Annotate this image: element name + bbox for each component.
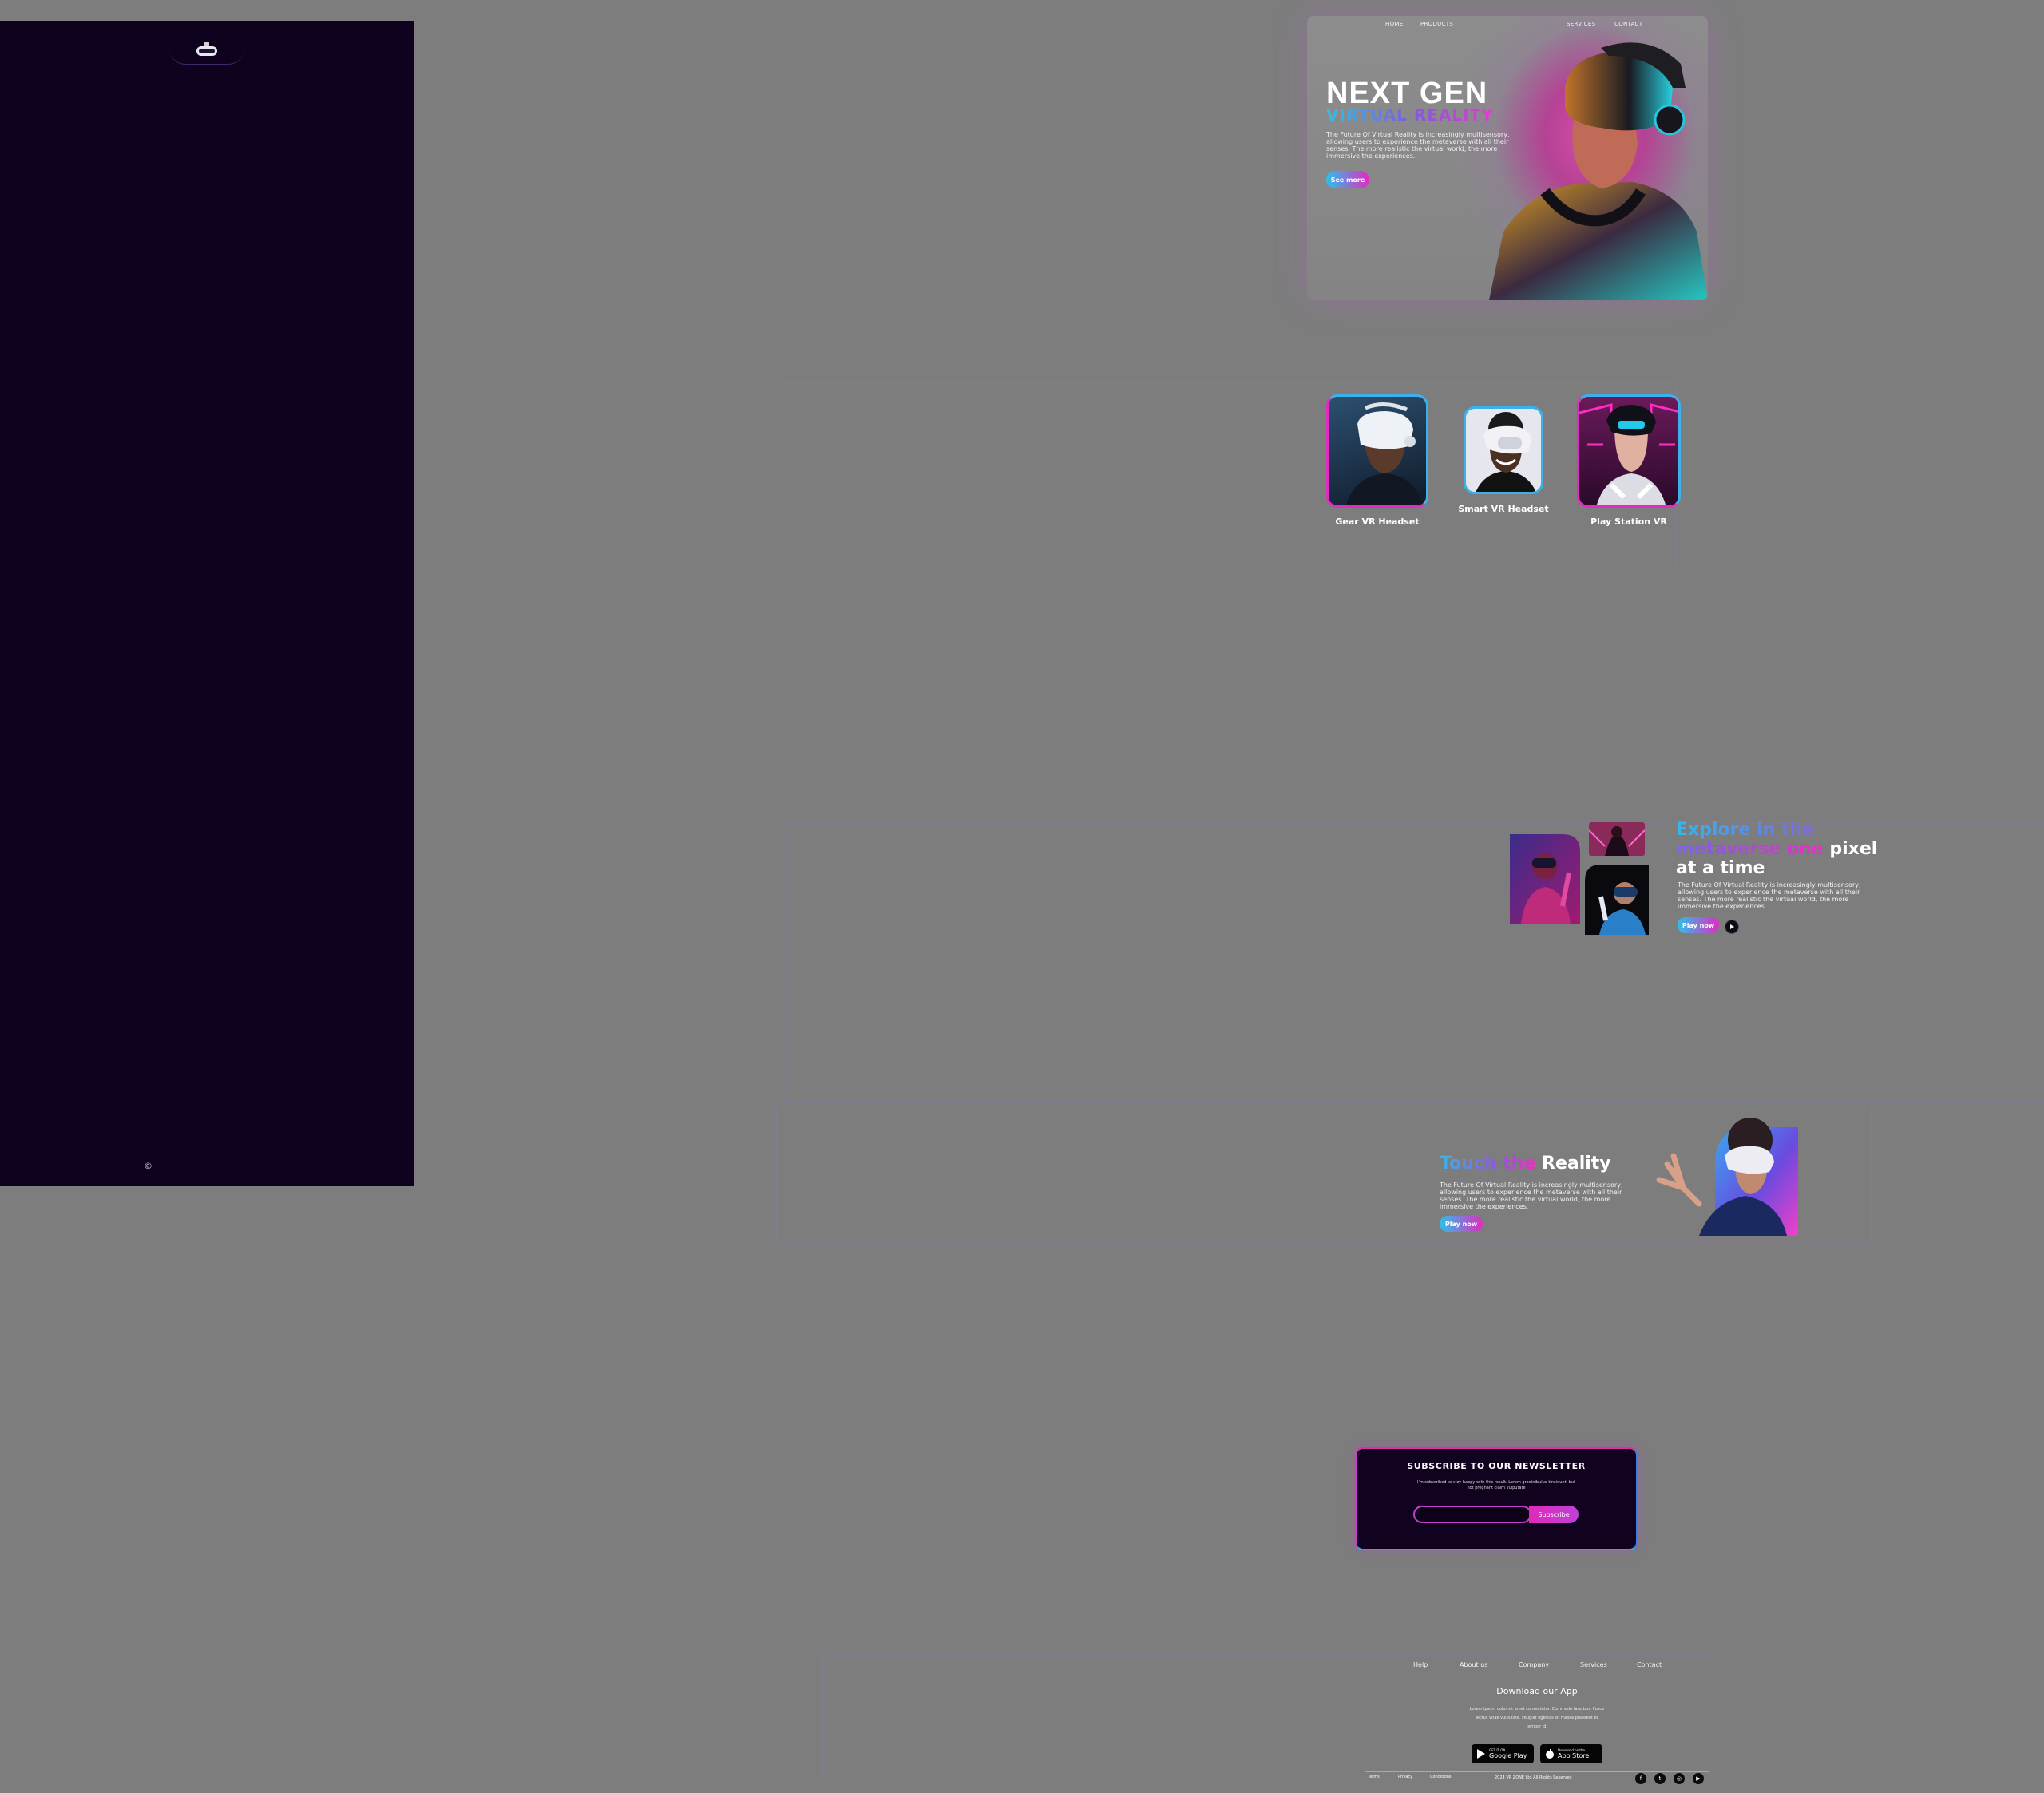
facebook-icon[interactable]: f (1635, 1773, 1646, 1784)
touch-heading-reality: Reality (1542, 1154, 1611, 1174)
footer-link-help[interactable]: Help (1413, 1661, 1428, 1668)
google-play-big: Google Play (1489, 1752, 1527, 1759)
footer-copyright: 2024 VR ZONE Ltd All Rights Reserved (1495, 1775, 1572, 1780)
newsletter-body: I'm subscribed to vrzy happy with this r… (1416, 1480, 1576, 1490)
download-app-title: Download our App (1496, 1686, 1578, 1696)
hero-title: NEXT GEN (1326, 77, 1488, 110)
hero-vr-person-image (1489, 42, 1708, 300)
footer-legal-conditions[interactable]: Conditions (1430, 1775, 1451, 1779)
explore-play-now-button[interactable]: Play now (1678, 917, 1719, 933)
explore-image-top (1589, 822, 1645, 856)
newsletter-title: SUBSCRIBE TO OUR NEWSLETTER (1407, 1461, 1586, 1471)
google-play-badge[interactable]: GET IT ON Google Play (1472, 1744, 1534, 1763)
hero-section: HOME PRODUCTS SERVICES CONTACT NEXT GEN … (1307, 16, 1708, 300)
newsletter-card: SUBSCRIBE TO OUR NEWSLETTER I'm subscrib… (1355, 1447, 1638, 1550)
nav-contact[interactable]: CONTACT (1614, 21, 1642, 27)
touch-heading-gradient: Touch the (1440, 1154, 1536, 1174)
instagram-icon[interactable]: ◎ (1674, 1773, 1685, 1784)
product-card-smart-vr[interactable] (1464, 406, 1543, 494)
explore-body: The Future Of Virtual Reality is increas… (1678, 881, 1861, 910)
product-card-gear-vr[interactable] (1326, 394, 1428, 508)
playstation-vr-image (1579, 403, 1678, 505)
explore-heading-time: at a time (1676, 858, 1765, 878)
touch-vr-person-image (1656, 1118, 1798, 1236)
vr-headset-icon (196, 42, 217, 56)
hero-subtitle: VIRTUAL REALITY (1326, 105, 1494, 125)
footer-link-company[interactable]: Company (1519, 1661, 1549, 1668)
touch-heading: Touch the Reality (1440, 1154, 1611, 1174)
product-label-smart-vr: Smart VR Headset (1458, 504, 1549, 514)
footer-link-contact[interactable]: Contact (1637, 1661, 1662, 1668)
footer-link-about[interactable]: About us (1460, 1661, 1487, 1668)
twitter-icon[interactable]: t (1654, 1773, 1666, 1784)
app-store-badge[interactable]: Download on the App Store (1540, 1744, 1602, 1763)
side-copyright: © (144, 1161, 153, 1171)
footer-legal-terms[interactable]: Terms (1368, 1775, 1380, 1779)
footer-divider (1365, 1771, 1709, 1772)
product-card-playstation-vr[interactable] (1577, 394, 1681, 508)
nav-products[interactable]: PRODUCTS (1420, 21, 1453, 27)
newsletter-email-input[interactable] (1413, 1506, 1531, 1523)
explore-heading-gradient: Explore in the metaverse one (1676, 820, 1824, 859)
app-store-big: App Store (1558, 1752, 1590, 1759)
youtube-icon[interactable]: ▶ (1693, 1773, 1704, 1784)
footer-link-services[interactable]: Services (1580, 1661, 1607, 1668)
footer-legal-privacy[interactable]: Privacy (1398, 1775, 1412, 1779)
touch-play-now-button[interactable]: Play now (1440, 1216, 1483, 1232)
explore-image-bottom (1585, 865, 1649, 935)
play-icon[interactable] (1725, 920, 1739, 934)
smart-vr-image (1476, 412, 1536, 492)
product-label-gear-vr: Gear VR Headset (1335, 517, 1420, 527)
explore-heading-pixel: pixel (1829, 839, 1878, 859)
side-logo[interactable] (169, 38, 244, 65)
download-app-body: Lorem ipsum dolor sit amet consectetur. … (1469, 1707, 1605, 1729)
nav-services[interactable]: SERVICES (1567, 21, 1595, 27)
side-panel: © (0, 21, 414, 1186)
apple-icon (1546, 1749, 1554, 1759)
hero-body: The Future Of Virtual Reality is increas… (1326, 131, 1510, 160)
explore-heading: Explore in the metaverse one pixel at a … (1676, 821, 1884, 878)
product-label-playstation-vr: Play Station VR (1590, 517, 1667, 527)
explore-image-left (1510, 834, 1580, 924)
see-more-button[interactable]: See more (1326, 171, 1369, 188)
nav-home[interactable]: HOME (1385, 21, 1403, 27)
touch-body: The Future Of Virtual Reality is increas… (1440, 1181, 1623, 1210)
google-play-icon (1477, 1749, 1485, 1759)
subscribe-button[interactable]: Subscribe (1529, 1506, 1579, 1523)
gear-vr-image (1345, 402, 1424, 505)
